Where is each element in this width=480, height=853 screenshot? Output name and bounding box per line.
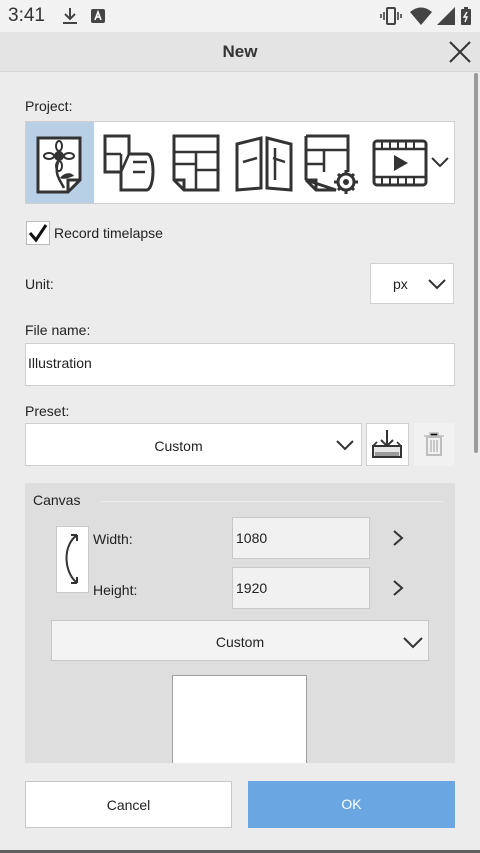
record-timelapse-label: Record timelapse — [54, 225, 163, 241]
dialog-header: New — [0, 32, 480, 72]
project-page-settings[interactable] — [298, 122, 366, 203]
height-input[interactable]: 1920 — [232, 567, 370, 609]
illustration-icon — [36, 136, 82, 193]
chevron-down-icon — [336, 440, 354, 451]
status-bar: 3:41 — [0, 0, 480, 32]
save-preset-icon — [372, 430, 402, 458]
file-name-label: File name: — [25, 322, 91, 338]
canvas-size-value: Custom — [215, 634, 265, 650]
delete-preset-button[interactable] — [414, 423, 454, 466]
project-illustration[interactable] — [26, 122, 94, 203]
page-settings-icon — [304, 134, 358, 194]
project-type-selector[interactable] — [25, 121, 455, 204]
height-label: Height: — [93, 582, 138, 598]
signal-icon — [437, 7, 455, 25]
chevron-right-icon[interactable] — [388, 528, 408, 548]
width-label: Width: — [93, 531, 133, 547]
checkmark-icon — [28, 224, 48, 243]
status-time: 3:41 — [8, 5, 45, 26]
project-page[interactable] — [162, 122, 230, 203]
preset-value: Custom — [154, 438, 203, 454]
animation-icon — [372, 139, 428, 186]
battery-icon — [461, 7, 471, 25]
unit-select[interactable]: px — [370, 263, 454, 304]
cancel-button[interactable]: Cancel — [25, 781, 232, 828]
wifi-icon — [410, 7, 432, 25]
canvas-panel: Canvas Width: 1080 Height: 1920 Custom — [25, 483, 455, 763]
preset-select[interactable]: Custom — [25, 423, 362, 466]
swap-dimensions-button[interactable] — [56, 526, 89, 593]
scrollbar[interactable] — [474, 73, 478, 453]
swap-arrows-icon — [65, 534, 78, 584]
chevron-down-icon — [428, 279, 446, 290]
close-button[interactable] — [444, 36, 476, 68]
file-name-input[interactable]: Illustration — [25, 343, 455, 386]
comic-icon — [103, 134, 155, 191]
chevron-right-icon[interactable] — [388, 578, 408, 598]
trash-icon — [424, 432, 444, 456]
chevron-down-icon[interactable] — [428, 150, 452, 174]
canvas-preview — [172, 675, 307, 763]
canvas-size-select[interactable]: Custom — [51, 620, 429, 661]
canvas-title: Canvas — [33, 492, 81, 508]
app-notification-icon — [91, 9, 105, 23]
download-icon — [63, 8, 77, 24]
canvas-divider — [101, 501, 443, 502]
project-animation[interactable] — [366, 122, 434, 203]
dialog-content[interactable]: Project: Record timelapse Unit: px File … — [0, 73, 480, 763]
project-comic[interactable] — [94, 122, 162, 203]
project-label: Project: — [25, 98, 73, 114]
unit-value: px — [393, 276, 408, 292]
book-icon — [235, 135, 293, 192]
page-icon — [172, 134, 220, 191]
width-input[interactable]: 1080 — [232, 517, 370, 559]
record-timelapse-checkbox[interactable] — [26, 221, 50, 245]
project-book[interactable] — [230, 122, 298, 203]
dialog-footer: Cancel OK — [0, 763, 480, 853]
save-preset-button[interactable] — [366, 423, 409, 466]
ok-button[interactable]: OK — [248, 781, 455, 828]
chevron-down-icon — [403, 637, 423, 649]
vibrate-icon — [380, 7, 402, 25]
preset-label: Preset: — [25, 403, 70, 419]
unit-label: Unit: — [25, 276, 54, 292]
dialog-title: New — [222, 42, 258, 61]
